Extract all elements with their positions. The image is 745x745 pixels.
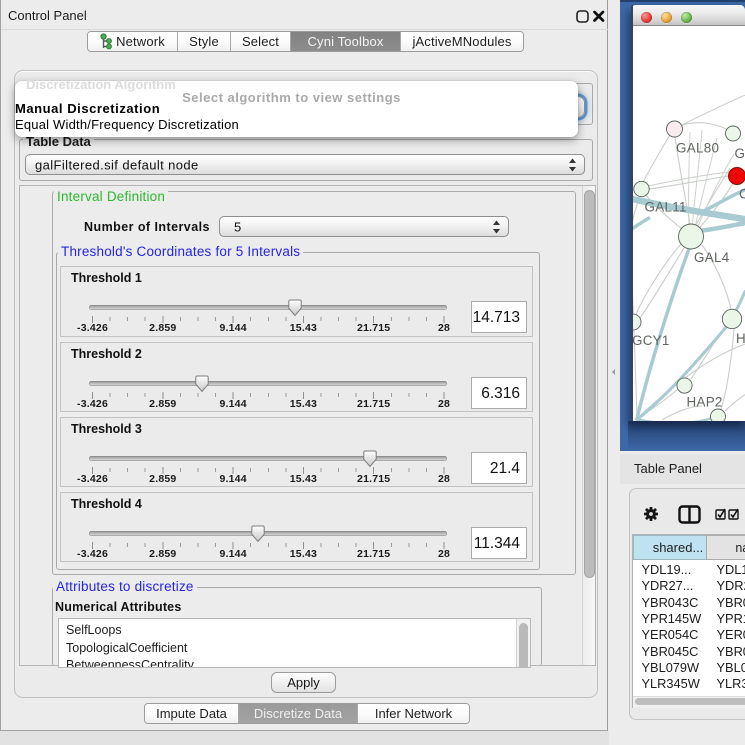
svg-text:GAL80: GAL80	[676, 141, 719, 156]
svg-text:GA: GA	[735, 146, 745, 161]
svg-text:HAP2: HAP2	[687, 395, 723, 410]
svg-text:HM: HM	[736, 331, 745, 346]
svg-text:GAL11: GAL11	[645, 200, 687, 215]
svg-text:GAL4: GAL4	[694, 250, 730, 265]
svg-text:CD: CD	[739, 187, 745, 202]
svg-text:GCY1: GCY1	[632, 333, 670, 348]
